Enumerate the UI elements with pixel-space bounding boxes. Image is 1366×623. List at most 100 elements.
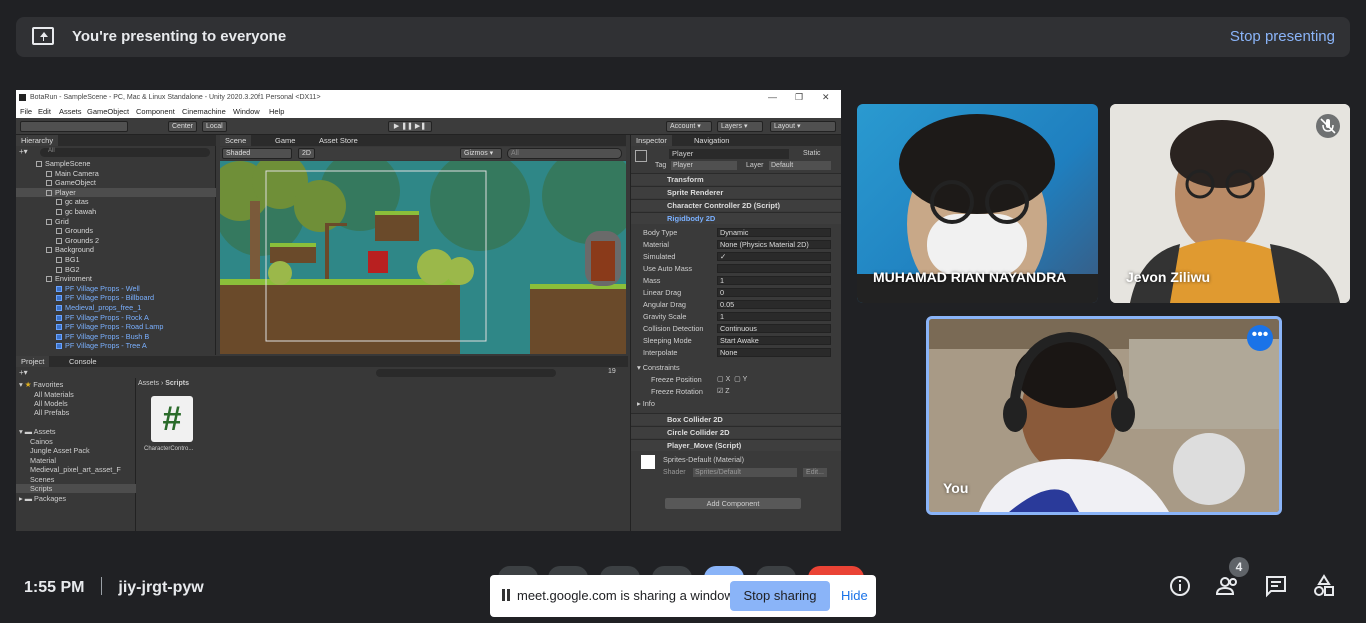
- menu-edit[interactable]: Edit: [38, 107, 51, 116]
- layer-dropdown[interactable]: Default: [769, 161, 831, 170]
- property-value[interactable]: ✓: [717, 252, 831, 261]
- property-value[interactable]: 1: [717, 312, 831, 321]
- account-dropdown[interactable]: Account ▾: [666, 121, 712, 132]
- folder-medieval[interactable]: Medieval_pixel_art_asset_F: [30, 465, 121, 474]
- object-name-field[interactable]: Player: [669, 149, 789, 159]
- favorites-folder[interactable]: ▾ ★ Favorites: [19, 380, 63, 389]
- layout-dropdown[interactable]: Layout ▾: [770, 121, 836, 132]
- tab-asset-store[interactable]: Asset Store: [314, 135, 363, 146]
- 2d-toggle[interactable]: 2D: [298, 148, 315, 159]
- hierarchy-item[interactable]: PF Village Props - Rock A: [16, 313, 149, 323]
- chat-icon[interactable]: [1262, 572, 1290, 600]
- meeting-details-icon[interactable]: [1167, 572, 1195, 600]
- hide-button[interactable]: Hide: [841, 588, 868, 603]
- property-value[interactable]: 0: [717, 288, 831, 297]
- fav-all-prefabs[interactable]: All Prefabs: [34, 408, 69, 417]
- freeze-rot-z[interactable]: ☑ Z: [717, 387, 730, 395]
- scene-search-input[interactable]: All: [507, 148, 622, 159]
- folder-jungle[interactable]: Jungle Asset Pack: [30, 446, 90, 455]
- tab-hierarchy[interactable]: Hierarchy: [16, 135, 59, 146]
- gizmos-dropdown[interactable]: Gizmos ▾: [460, 148, 502, 159]
- packages-folder[interactable]: ▸ ▬ Packages: [19, 494, 66, 503]
- hierarchy-item[interactable]: Enviroment: [16, 274, 92, 284]
- tab-navigation[interactable]: Navigation: [689, 135, 735, 146]
- hierarchy-item[interactable]: PF Village Props - Bush B: [16, 332, 149, 342]
- info-foldout[interactable]: ▸ Info: [637, 399, 655, 408]
- project-search-input[interactable]: [376, 369, 556, 377]
- hierarchy-item[interactable]: BG2: [16, 265, 80, 275]
- activities-icon[interactable]: [1310, 572, 1338, 600]
- close-icon[interactable]: ✕: [822, 92, 830, 103]
- tab-inspector[interactable]: Inspector: [631, 135, 672, 146]
- hierarchy-item[interactable]: GameObject: [16, 178, 96, 188]
- static-toggle[interactable]: Static: [803, 150, 821, 157]
- folder-scenes[interactable]: Scenes: [30, 475, 54, 484]
- menu-gameobject[interactable]: GameObject: [87, 107, 129, 116]
- fav-all-materials[interactable]: All Materials: [34, 390, 74, 399]
- breadcrumb-assets[interactable]: Assets: [138, 380, 159, 387]
- tab-console[interactable]: Console: [64, 356, 102, 367]
- menu-window[interactable]: Window: [233, 107, 260, 116]
- script-file-name[interactable]: CharacterContro...: [144, 446, 193, 452]
- component-transform[interactable]: Transform: [631, 173, 841, 185]
- tab-scene[interactable]: Scene: [220, 135, 252, 146]
- hierarchy-item[interactable]: Grid: [16, 217, 69, 227]
- property-value[interactable]: None: [717, 348, 831, 357]
- assets-folder[interactable]: ▾ ▬ Assets: [19, 427, 56, 436]
- stop-presenting-button[interactable]: Stop presenting: [1230, 28, 1335, 45]
- more-options-button[interactable]: •••: [1247, 325, 1273, 351]
- menu-file[interactable]: File: [20, 107, 32, 116]
- component-circle-collider[interactable]: Circle Collider 2D: [631, 426, 841, 438]
- tab-project[interactable]: Project: [16, 356, 50, 367]
- project-add-icon[interactable]: +▾: [19, 368, 28, 377]
- property-value[interactable]: Start Awake: [717, 336, 831, 345]
- property-value[interactable]: None (Physics Material 2D): [717, 240, 831, 249]
- stop-sharing-button[interactable]: Stop sharing: [730, 581, 830, 611]
- play-pause-controls[interactable]: ▶ ❚❚ ▶❚: [388, 121, 432, 132]
- tag-dropdown[interactable]: Player: [671, 161, 737, 170]
- hierarchy-item[interactable]: Main Camera: [16, 169, 99, 179]
- component-player-move[interactable]: Player_Move (Script): [631, 439, 841, 451]
- hierarchy-item[interactable]: PF Village Props - Billboard: [16, 293, 154, 303]
- shaded-dropdown[interactable]: Shaded: [222, 148, 292, 159]
- csharp-file-icon[interactable]: #: [151, 396, 193, 442]
- menu-cinemachine[interactable]: Cinemachine: [182, 107, 226, 116]
- menu-component[interactable]: Component: [136, 107, 175, 116]
- hierarchy-item[interactable]: gc atas: [16, 197, 89, 207]
- maximize-icon[interactable]: ❐: [795, 92, 803, 103]
- breadcrumb-scripts[interactable]: Scripts: [165, 380, 189, 387]
- hierarchy-item[interactable]: PF Village Props - Well: [16, 284, 140, 294]
- minimize-icon[interactable]: —: [768, 92, 777, 102]
- self-tile[interactable]: ••• You: [926, 316, 1282, 515]
- hierarchy-item[interactable]: Player: [16, 187, 216, 198]
- pivot-center-toggle[interactable]: Center: [168, 121, 198, 132]
- hierarchy-item[interactable]: Grounds: [16, 226, 93, 236]
- hierarchy-item[interactable]: gc bawah: [16, 207, 96, 217]
- component-rigidbody2d[interactable]: Rigidbody 2D: [631, 212, 841, 224]
- folder-scripts[interactable]: Scripts: [16, 484, 136, 493]
- tab-game[interactable]: Game: [270, 135, 301, 146]
- participant-tile[interactable]: MUHAMAD RIAN NAYANDRA: [857, 104, 1098, 303]
- component-sprite-renderer[interactable]: Sprite Renderer: [631, 186, 841, 198]
- hierarchy-item[interactable]: Background: [16, 245, 94, 255]
- property-value[interactable]: Dynamic: [717, 228, 831, 237]
- menu-assets[interactable]: Assets: [59, 107, 82, 116]
- layers-dropdown[interactable]: Layers ▾: [717, 121, 763, 132]
- participant-tile[interactable]: Jevon Ziliwu: [1110, 104, 1350, 303]
- scene-viewport[interactable]: [220, 161, 626, 354]
- constraints-foldout[interactable]: ▾ Constraints: [637, 363, 680, 372]
- hierarchy-item[interactable]: PF Village Props - Road Lamp: [16, 322, 163, 332]
- property-value[interactable]: 0.05: [717, 300, 831, 309]
- freeze-pos-x[interactable]: ▢ X ▢ Y: [717, 375, 747, 383]
- shader-edit-button[interactable]: Edit...: [803, 468, 827, 477]
- hierarchy-item[interactable]: Medieval_props_free_1: [16, 303, 141, 313]
- hierarchy-item[interactable]: BG1: [16, 255, 80, 265]
- component-character-controller[interactable]: Character Controller 2D (Script): [631, 199, 841, 211]
- shader-dropdown[interactable]: Sprites/Default: [693, 468, 797, 477]
- property-value[interactable]: [717, 264, 831, 273]
- add-component-button[interactable]: Add Component: [665, 498, 801, 509]
- fav-all-models[interactable]: All Models: [34, 399, 68, 408]
- hierarchy-item[interactable]: SampleScene: [16, 159, 90, 169]
- hierarchy-search-input[interactable]: All: [40, 148, 210, 157]
- add-icon[interactable]: +▾: [19, 147, 28, 156]
